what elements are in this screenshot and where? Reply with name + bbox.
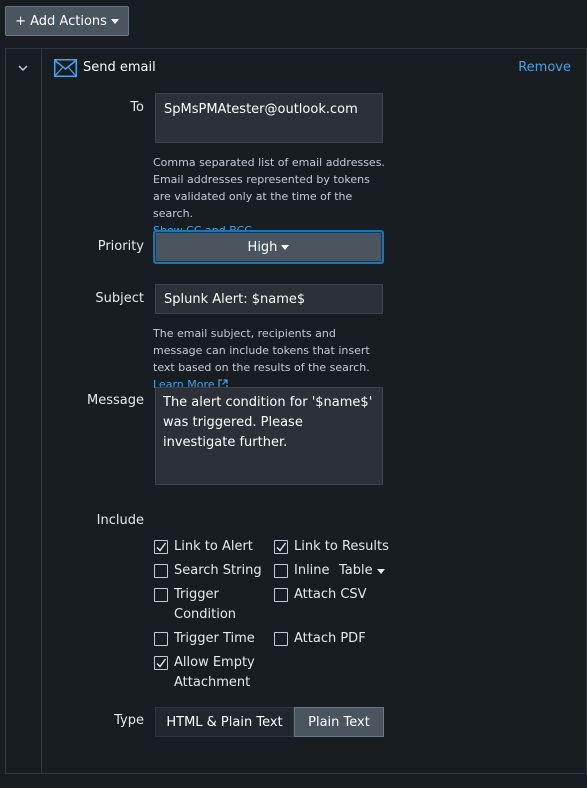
subject-help-text: The email subject, recipients and messag… bbox=[153, 327, 370, 374]
attach-csv-label: Attach CSV bbox=[294, 587, 367, 602]
message-field[interactable]: The alert condition for '$name$' was tri… bbox=[155, 387, 383, 485]
trigger-time-label: Trigger Time bbox=[174, 631, 255, 646]
remove-link[interactable]: Remove bbox=[518, 60, 571, 75]
allow-empty-attachment-label: Allow Empty Attachment bbox=[174, 655, 255, 690]
attach-pdf-checkbox[interactable] bbox=[274, 632, 288, 646]
search-string-checkbox[interactable] bbox=[154, 564, 168, 578]
envelope-icon bbox=[54, 59, 77, 77]
type-option-label: HTML & Plain Text bbox=[166, 714, 283, 730]
allow-empty-attachment-checkbox[interactable] bbox=[154, 656, 168, 670]
checkmark-icon bbox=[156, 542, 167, 552]
include-label: Include bbox=[96, 513, 144, 528]
link-to-alert-label: Link to Alert bbox=[174, 539, 253, 554]
search-string-label: Search String bbox=[174, 563, 262, 578]
type-html-plain-text-button[interactable]: HTML & Plain Text bbox=[155, 707, 294, 737]
to-help: Comma separated list of email addresses.… bbox=[153, 154, 388, 239]
checkmark-icon bbox=[156, 658, 167, 668]
caret-down-icon bbox=[281, 244, 290, 250]
checkmark-icon bbox=[276, 542, 287, 552]
priority-label: Priority bbox=[97, 239, 144, 254]
to-label: To bbox=[130, 100, 144, 115]
trigger-condition-checkbox[interactable] bbox=[154, 588, 168, 602]
caret-down-icon bbox=[110, 18, 119, 24]
link-to-results-label: Link to Results bbox=[294, 539, 389, 554]
action-title: Send email bbox=[83, 60, 156, 75]
attach-csv-checkbox[interactable] bbox=[274, 588, 288, 602]
link-to-results-checkbox[interactable] bbox=[274, 540, 288, 554]
subject-field[interactable] bbox=[155, 284, 383, 314]
to-help-text: Comma separated list of email addresses.… bbox=[153, 156, 385, 220]
add-actions-button[interactable]: + Add Actions bbox=[5, 6, 129, 36]
type-label: Type bbox=[114, 713, 144, 728]
action-panel-gutter bbox=[5, 48, 42, 774]
attach-pdf-label: Attach PDF bbox=[294, 631, 366, 646]
subject-help: The email subject, recipients and messag… bbox=[153, 325, 388, 393]
add-actions-label: + Add Actions bbox=[15, 13, 107, 29]
inline-checkbox[interactable] bbox=[274, 564, 288, 578]
caret-down-icon bbox=[376, 568, 385, 574]
inline-format-value: Table bbox=[339, 563, 373, 578]
chevron-down-icon[interactable] bbox=[17, 62, 29, 74]
priority-dropdown[interactable]: High bbox=[153, 230, 384, 264]
priority-value: High bbox=[247, 239, 278, 255]
inline-label: Inline bbox=[294, 563, 330, 578]
type-plain-text-button[interactable]: Plain Text bbox=[294, 707, 384, 737]
link-to-alert-checkbox[interactable] bbox=[154, 540, 168, 554]
trigger-time-checkbox[interactable] bbox=[154, 632, 168, 646]
inline-format-dropdown[interactable]: Table bbox=[339, 561, 385, 581]
subject-label: Subject bbox=[95, 291, 144, 306]
to-field[interactable]: SpMsPMAtester@outlook.com bbox=[155, 93, 383, 143]
type-option-label: Plain Text bbox=[308, 714, 370, 730]
message-label: Message bbox=[87, 393, 144, 408]
trigger-condition-label: Trigger Condition bbox=[174, 587, 237, 622]
